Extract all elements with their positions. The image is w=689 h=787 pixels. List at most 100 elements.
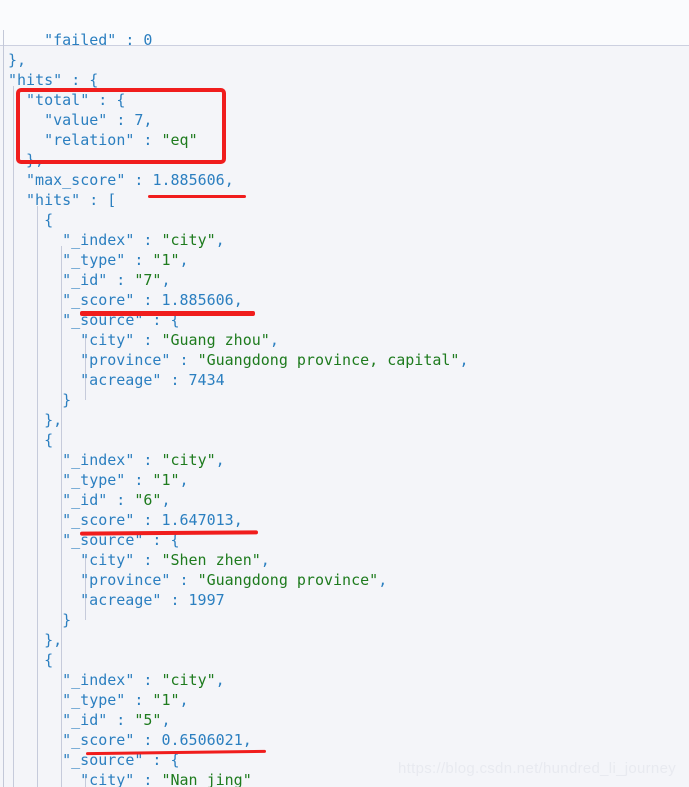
json-punctuation: { (44, 651, 54, 669)
code-line[interactable]: "province" : "Guangdong province", (0, 570, 689, 590)
json-key: "province" (80, 571, 171, 589)
json-key: "_source" (62, 751, 144, 769)
code-line[interactable]: "acreage" : 7434 (0, 370, 689, 390)
json-key: "total" (26, 91, 90, 109)
code-line[interactable]: "province" : "Guangdong province, capita… (0, 350, 689, 370)
json-string-value: "5" (134, 711, 162, 729)
code-line[interactable]: } (0, 390, 689, 410)
json-punctuation: : (134, 131, 162, 149)
json-punctuation: , (215, 451, 225, 469)
code-line[interactable]: "failed" : 0 (0, 30, 689, 50)
json-key: "relation" (44, 131, 135, 149)
code-line[interactable]: }, (0, 410, 689, 430)
json-punctuation: : 0 (116, 31, 153, 49)
code-line[interactable]: "relation" : "eq" (0, 130, 689, 150)
json-punctuation: : (134, 331, 162, 349)
code-line[interactable]: "_type" : "1", (0, 250, 689, 270)
code-line[interactable]: "_type" : "1", (0, 470, 689, 490)
json-string-value: "Guang zhou" (161, 331, 270, 349)
code-line[interactable]: }, (0, 50, 689, 70)
json-key: "_type" (62, 471, 126, 489)
json-punctuation: , (161, 271, 171, 289)
code-line[interactable]: "_id" : "6", (0, 490, 689, 510)
json-key: "city" (80, 331, 135, 349)
json-punctuation: { (44, 211, 54, 229)
json-punctuation: , (378, 571, 388, 589)
json-punctuation: : { (143, 751, 180, 769)
json-key: "_index" (62, 451, 135, 469)
code-line[interactable]: "_index" : "city", (0, 670, 689, 690)
json-punctuation: : (125, 251, 153, 269)
json-punctuation: } (62, 611, 72, 629)
json-key: "_id" (62, 271, 108, 289)
json-punctuation: : (125, 471, 153, 489)
code-line[interactable]: "_source" : { (0, 530, 689, 550)
json-key: "_index" (62, 231, 135, 249)
code-line[interactable]: "total" : { (0, 90, 689, 110)
json-string-value: "1" (152, 471, 180, 489)
json-punctuation: : [ (80, 191, 117, 209)
json-punctuation: : (170, 351, 198, 369)
code-line[interactable]: "_index" : "city", (0, 450, 689, 470)
code-line[interactable]: }, (0, 150, 689, 170)
code-line[interactable]: "city" : "Guang zhou", (0, 330, 689, 350)
json-punctuation: : (107, 271, 135, 289)
json-string-value: "7" (134, 271, 162, 289)
json-key: "max_score" (26, 171, 126, 189)
json-punctuation: : 0.6506021, (134, 731, 252, 749)
json-key: "_type" (62, 691, 126, 709)
json-string-value: "1" (152, 691, 180, 709)
json-string-value: "city" (161, 671, 216, 689)
json-string-value: "Guangdong province, capital" (197, 351, 460, 369)
code-line[interactable]: "_type" : "1", (0, 690, 689, 710)
json-punctuation: : (134, 771, 162, 787)
json-punctuation: } (62, 391, 72, 409)
json-key: "failed" (44, 31, 117, 49)
code-line[interactable]: "_id" : "7", (0, 270, 689, 290)
json-punctuation: { (44, 431, 54, 449)
json-punctuation: }, (26, 151, 45, 169)
code-line[interactable]: "value" : 7, (0, 110, 689, 130)
code-line[interactable]: "hits" : { (0, 70, 689, 90)
json-punctuation: : (170, 571, 198, 589)
json-string-value: "Guangdong province" (197, 571, 379, 589)
json-key: "_type" (62, 251, 126, 269)
json-string-value: "6" (134, 491, 162, 509)
code-line[interactable]: "acreage" : 1997 (0, 590, 689, 610)
json-punctuation: : 1.647013, (134, 511, 243, 529)
code-line[interactable]: { (0, 430, 689, 450)
json-key: "_score" (62, 291, 135, 309)
json-string-value: "Shen zhen" (161, 551, 261, 569)
code-line[interactable]: { (0, 650, 689, 670)
json-punctuation: : 1.885606, (125, 171, 234, 189)
json-key: "value" (44, 111, 108, 129)
code-line[interactable]: "_id" : "5", (0, 710, 689, 730)
code-line[interactable]: "_score" : 0.6506021, (0, 730, 689, 750)
json-punctuation: : (134, 551, 162, 569)
code-line[interactable]: "_index" : "city", (0, 230, 689, 250)
json-key: "acreage" (80, 591, 162, 609)
json-punctuation: , (260, 551, 270, 569)
json-string-value: "city" (161, 451, 216, 469)
json-punctuation: : (125, 691, 153, 709)
code-line[interactable]: }, (0, 630, 689, 650)
json-punctuation: }, (8, 51, 27, 69)
code-line[interactable]: "max_score" : 1.885606, (0, 170, 689, 190)
code-line[interactable]: "_score" : 1.885606, (0, 290, 689, 310)
json-punctuation: , (269, 331, 279, 349)
code-line[interactable]: "_source" : { (0, 310, 689, 330)
json-key: "_source" (62, 311, 144, 329)
json-punctuation: , (161, 711, 171, 729)
json-key: "_source" (62, 531, 144, 549)
code-line[interactable]: "hits" : [ (0, 190, 689, 210)
code-line[interactable]: "city" : "Shen zhen", (0, 550, 689, 570)
json-string-value: "1" (152, 251, 180, 269)
json-punctuation: , (179, 691, 189, 709)
code-line[interactable]: "_score" : 1.647013, (0, 510, 689, 530)
code-line[interactable]: { (0, 210, 689, 230)
code-line[interactable]: } (0, 610, 689, 630)
json-string-value: "Nan jing" (161, 771, 252, 787)
json-key: "province" (80, 351, 171, 369)
json-code-block[interactable]: "failed" : 0}, "hits" : {"total" : {"valu… (0, 30, 689, 787)
json-punctuation: , (459, 351, 469, 369)
